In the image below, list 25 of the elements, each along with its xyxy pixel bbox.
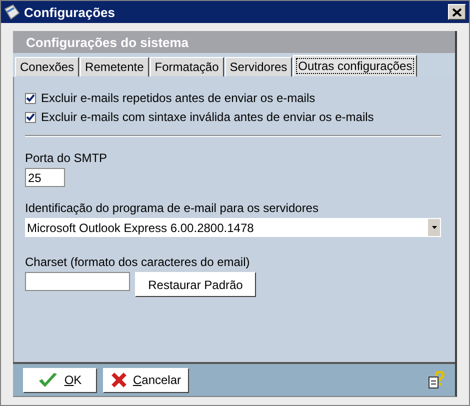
tab[interactable]: Servidores <box>224 57 292 77</box>
program-dropdown[interactable]: Microsoft Outlook Express 6.00.2800.1478 <box>25 218 441 237</box>
window-title: Configurações <box>24 4 116 20</box>
tab[interactable]: Remetente <box>80 57 149 77</box>
checkbox[interactable] <box>25 112 36 122</box>
cancel-button[interactable]: Cancelar <box>103 368 189 392</box>
tab[interactable]: Outras configurações <box>293 55 418 77</box>
checkbox-label: Excluir e-mails com sintaxe inválida antes de enviar os e-mails <box>41 110 374 124</box>
checkbox-label: Excluir e-mails repetidos antes de enviar os e-mails <box>41 91 316 105</box>
close-button[interactable] <box>448 4 466 20</box>
tab[interactable]: Conexões <box>15 57 80 77</box>
help-icon[interactable] <box>427 371 445 389</box>
charset-field[interactable] <box>25 272 130 291</box>
check-icon <box>38 372 58 388</box>
tab[interactable]: Formatação <box>150 57 224 77</box>
ok-button[interactable]: OK <box>23 368 97 392</box>
panel-header: Configurações do sistema <box>13 31 455 53</box>
field-label: Charset (formato dos caracteres do email) <box>25 255 251 269</box>
field-label: Porta do SMTP <box>25 151 108 165</box>
cross-icon <box>110 372 127 388</box>
checkbox[interactable] <box>25 92 36 104</box>
restore-default-button[interactable]: Restaurar Padrão <box>135 272 256 297</box>
port-field[interactable]: 25 <box>25 168 65 187</box>
close-icon <box>452 8 462 16</box>
field-label: Identificação do programa de e-mail para os servidores <box>25 201 320 215</box>
